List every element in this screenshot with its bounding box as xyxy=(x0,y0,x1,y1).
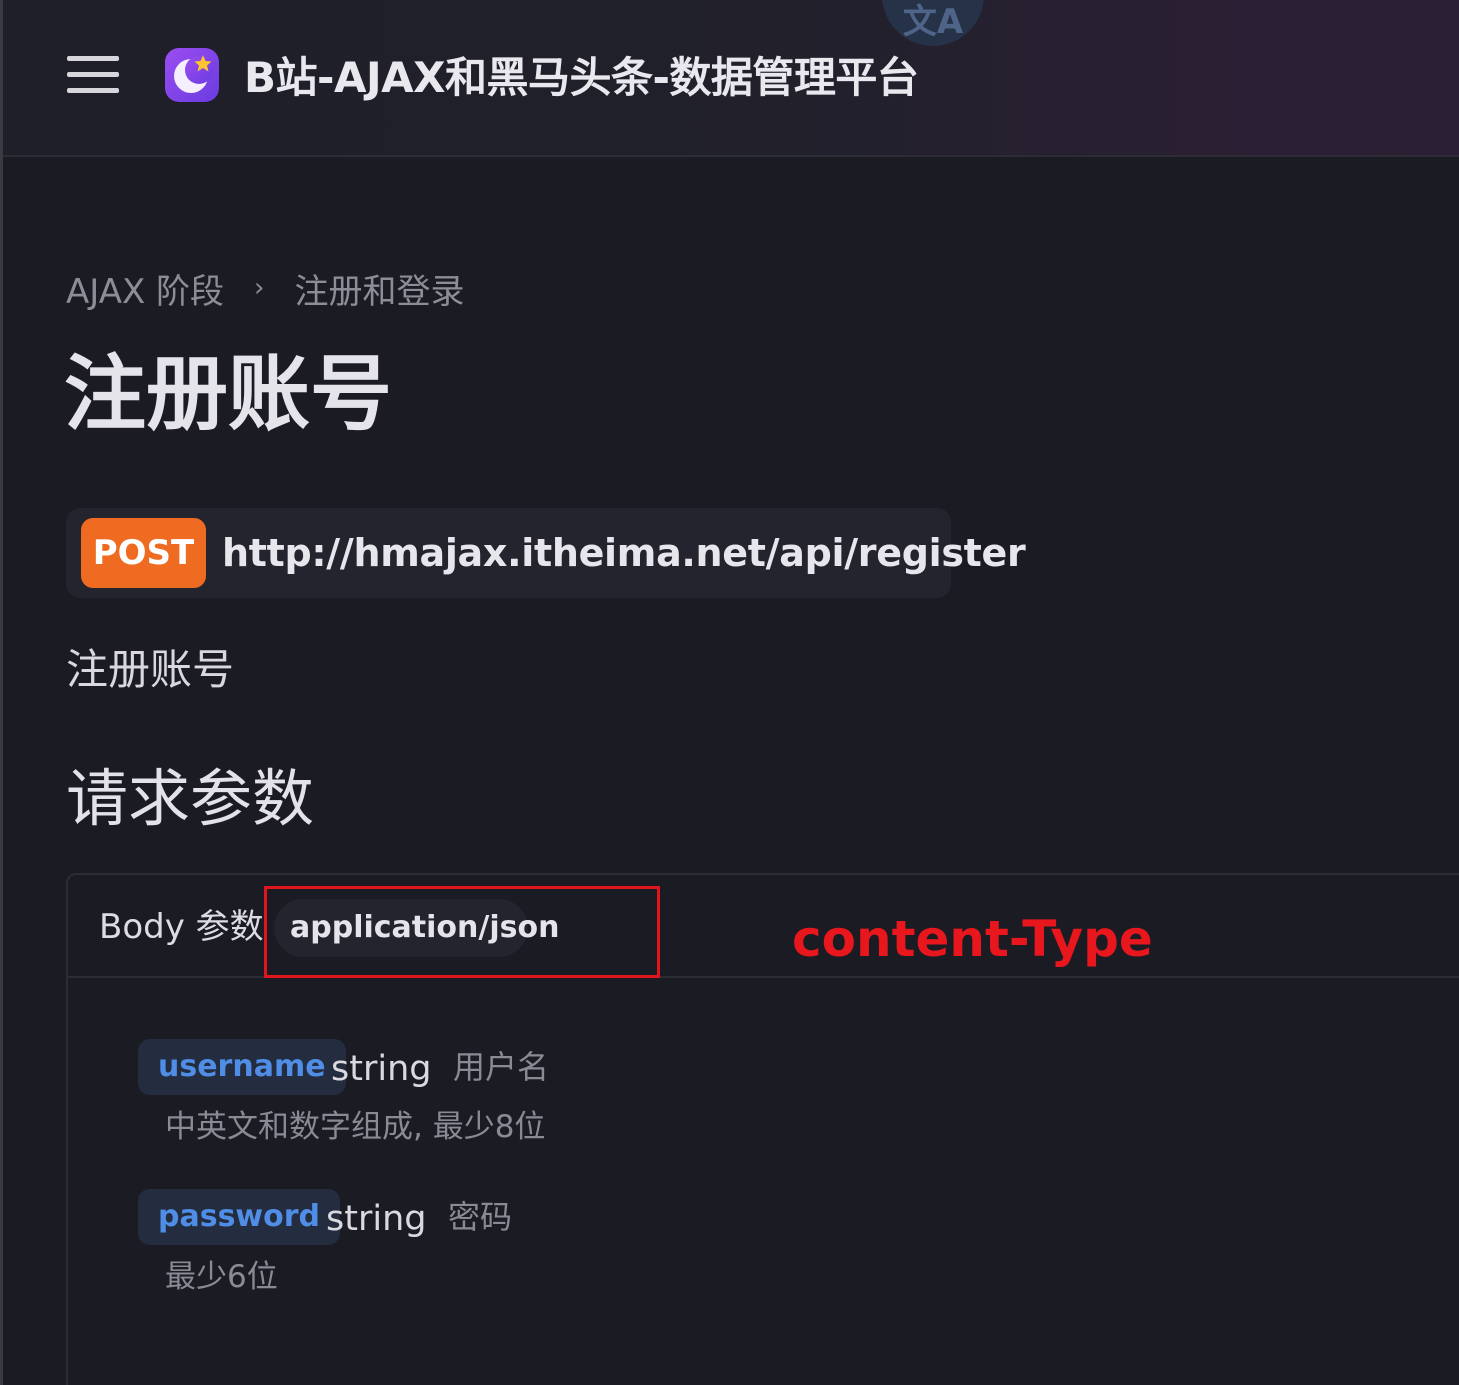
breadcrumb-item-ajax-stage[interactable]: AJAX 阶段 xyxy=(66,264,224,313)
moon-logo-icon xyxy=(165,48,219,102)
param-label: 用户名 xyxy=(453,1048,550,1086)
param-description: 中英文和数字组成, 最少8位 xyxy=(165,1109,546,1145)
translate-button[interactable]: 文A xyxy=(882,0,984,46)
window-edge xyxy=(0,0,3,1385)
param-type: string xyxy=(326,1199,427,1239)
param-type: string xyxy=(331,1049,432,1089)
chevron-right-icon: › xyxy=(254,273,265,303)
endpoint-url[interactable]: http://hmajax.itheima.net/api/register xyxy=(222,518,1026,588)
breadcrumb: AJAX 阶段 › 注册和登录 xyxy=(66,264,464,312)
page: B站-AJAX和黑马头条-数据管理平台 文A AJAX 阶段 › 注册和登录 注… xyxy=(0,0,1459,1385)
params-card: Body 参数 application/json content-Type us… xyxy=(66,873,1459,1385)
param-item-username: username string 用户名 中英文和数字组成, 最少8位 xyxy=(138,1039,838,1159)
breadcrumb-item-register-login[interactable]: 注册和登录 xyxy=(294,264,464,313)
param-name: password xyxy=(138,1189,341,1245)
page-title: 注册账号 xyxy=(64,347,393,442)
api-description: 注册账号 xyxy=(66,645,235,694)
translate-icon: 文A xyxy=(902,2,964,42)
param-label: 密码 xyxy=(448,1198,513,1236)
endpoint-box: POST http://hmajax.itheima.net/api/regis… xyxy=(66,508,1026,598)
param-item-password: password string 密码 最少6位 xyxy=(138,1189,838,1309)
body-params-label: Body 参数 xyxy=(99,907,264,947)
top-header: B站-AJAX和黑马头条-数据管理平台 文A xyxy=(3,0,1459,157)
content-type-annotation: content-Type xyxy=(792,910,1153,968)
param-description: 最少6位 xyxy=(165,1259,278,1295)
param-name: username xyxy=(138,1039,346,1095)
params-card-header: Body 参数 application/json content-Type xyxy=(68,875,1459,978)
annotation-highlight-box xyxy=(264,886,660,978)
request-params-heading: 请求参数 xyxy=(66,762,315,835)
http-method-badge: POST xyxy=(81,518,206,588)
site-title: B站-AJAX和黑马头条-数据管理平台 xyxy=(244,53,919,102)
hamburger-menu-icon[interactable] xyxy=(67,56,119,96)
